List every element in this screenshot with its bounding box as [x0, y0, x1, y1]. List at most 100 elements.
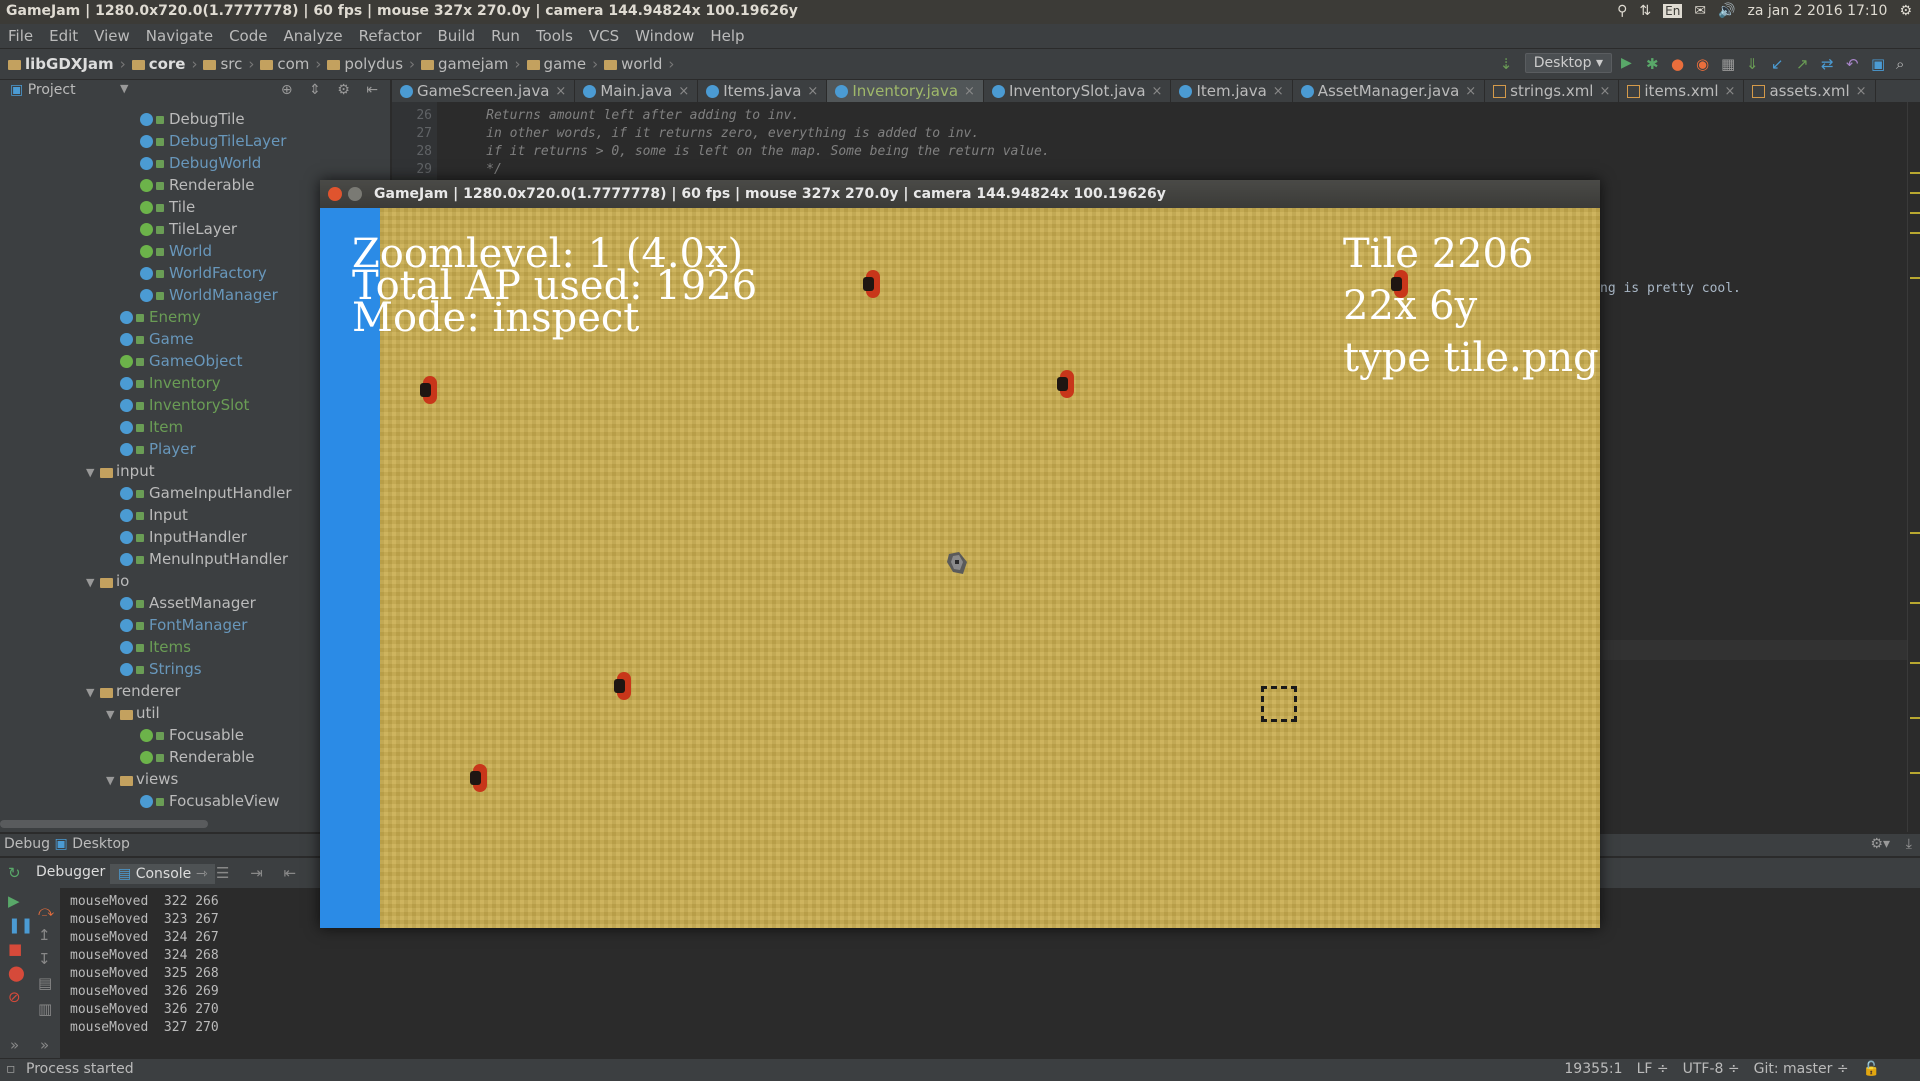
- vcs-update-icon[interactable]: ↙: [1771, 55, 1787, 73]
- tree-item[interactable]: Enemy: [120, 306, 201, 328]
- vcs-revert-icon[interactable]: ↶: [1846, 55, 1862, 73]
- tree-item[interactable]: MenuInputHandler: [120, 548, 288, 570]
- notification-icon[interactable]: ⚲: [1617, 3, 1627, 19]
- pause-icon[interactable]: ❚❚: [8, 916, 33, 934]
- tree-item[interactable]: Tile: [140, 196, 195, 218]
- expand-arrow-icon[interactable]: ▼: [106, 704, 120, 726]
- warning-marker[interactable]: [1910, 662, 1920, 664]
- warning-marker[interactable]: [1910, 277, 1920, 279]
- expand-arrow-icon[interactable]: ▼: [86, 682, 100, 704]
- crumb-world[interactable]: world: [604, 55, 662, 73]
- expand-arrow-icon[interactable]: ▼: [86, 462, 100, 484]
- crumb-core[interactable]: core: [131, 55, 185, 73]
- expand-arrow-icon[interactable]: ▼: [86, 572, 100, 594]
- editor-tab[interactable]: Item.java ×: [1171, 80, 1293, 102]
- warning-marker[interactable]: [1910, 212, 1920, 214]
- search-icon[interactable]: ⌕: [1896, 55, 1912, 73]
- debug-settings-icon[interactable]: ⚙▾: [1870, 836, 1890, 852]
- rerun-icon[interactable]: ↻: [8, 864, 21, 882]
- crumb-game[interactable]: game: [526, 55, 586, 73]
- enemy-sprite[interactable]: [470, 762, 490, 794]
- attach-icon[interactable]: ▦: [1721, 55, 1737, 73]
- menu-code[interactable]: Code: [221, 27, 275, 45]
- crumb-com[interactable]: com: [260, 55, 309, 73]
- menu-tools[interactable]: Tools: [528, 27, 581, 45]
- tree-item[interactable]: World: [140, 240, 212, 262]
- file-encoding[interactable]: UTF-8 ÷: [1683, 1061, 1740, 1077]
- close-tab-icon[interactable]: ×: [555, 84, 566, 99]
- tree-package[interactable]: ▼ util: [106, 702, 160, 724]
- close-tab-icon[interactable]: ×: [1465, 84, 1476, 99]
- tree-item[interactable]: Game: [120, 328, 194, 350]
- warning-marker[interactable]: [1910, 232, 1920, 234]
- structure-icon[interactable]: ▣: [1871, 55, 1887, 73]
- frames-icon[interactable]: ▥: [38, 1000, 52, 1018]
- close-tab-icon[interactable]: ×: [1725, 84, 1736, 99]
- horizontal-scrollbar[interactable]: [0, 820, 208, 828]
- close-tab-icon[interactable]: ×: [1152, 84, 1163, 99]
- network-icon[interactable]: ⇅: [1639, 3, 1651, 19]
- menu-analyze[interactable]: Analyze: [275, 27, 350, 45]
- vcs-commit-icon[interactable]: ↗: [1796, 55, 1812, 73]
- editor-tab[interactable]: Main.java ×: [575, 80, 699, 102]
- run-config-dropdown[interactable]: Desktop ▾: [1524, 53, 1612, 73]
- step-into-icon[interactable]: ↥: [38, 926, 51, 944]
- warning-marker[interactable]: [1910, 192, 1920, 194]
- step-over-icon[interactable]: ⤼: [38, 902, 54, 920]
- tab-debugger[interactable]: Debugger: [36, 864, 105, 880]
- crumb-polydus[interactable]: polydus: [327, 55, 403, 73]
- close-tab-icon[interactable]: ×: [1856, 84, 1867, 99]
- editor-tab[interactable]: AssetManager.java ×: [1293, 80, 1486, 102]
- editor-tab[interactable]: assets.xml ×: [1744, 80, 1876, 102]
- tab-console[interactable]: ▤ Console ⇾: [110, 864, 216, 884]
- mail-icon[interactable]: ✉: [1694, 3, 1706, 19]
- hide-panel-icon[interactable]: ⤓: [1906, 836, 1912, 852]
- enemy-sprite[interactable]: [863, 268, 883, 300]
- enemy-sprite[interactable]: [420, 374, 440, 406]
- vcs-compare-icon[interactable]: ⇄: [1821, 55, 1837, 73]
- menu-help[interactable]: Help: [702, 27, 752, 45]
- tree-item[interactable]: WorldFactory: [140, 262, 267, 284]
- tree-item[interactable]: DebugWorld: [140, 152, 261, 174]
- menu-edit[interactable]: Edit: [41, 27, 86, 45]
- enemy-sprite[interactable]: [1391, 268, 1411, 300]
- close-icon[interactable]: [328, 187, 342, 201]
- tree-item[interactable]: Player: [120, 438, 196, 460]
- menu-refactor[interactable]: Refactor: [351, 27, 430, 45]
- tree-package[interactable]: ▼ io: [86, 570, 129, 592]
- warning-marker[interactable]: [1910, 602, 1920, 604]
- warning-marker[interactable]: [1910, 772, 1920, 774]
- menu-run[interactable]: Run: [483, 27, 528, 45]
- warning-marker[interactable]: [1910, 532, 1920, 534]
- game-window-titlebar[interactable]: GameJam | 1280.0x720.0(1.7777778) | 60 f…: [320, 180, 1600, 208]
- minimize-icon[interactable]: [348, 187, 362, 201]
- tree-item[interactable]: DebugTile: [140, 108, 245, 130]
- crumb-src[interactable]: src: [203, 55, 242, 73]
- lock-icon[interactable]: 🔓: [1863, 1061, 1880, 1077]
- tree-item[interactable]: InventorySlot: [120, 394, 249, 416]
- keyboard-indicator[interactable]: En: [1663, 4, 1683, 18]
- tree-item[interactable]: Renderable: [140, 174, 255, 196]
- warning-marker[interactable]: [1910, 172, 1920, 174]
- enemy-sprite[interactable]: [614, 670, 634, 702]
- menu-build[interactable]: Build: [430, 27, 484, 45]
- warning-marker[interactable]: [1910, 717, 1920, 719]
- chevron-down-icon[interactable]: ▼: [120, 82, 128, 95]
- clock[interactable]: za jan 2 2016 17:10: [1747, 3, 1887, 19]
- expand-icon[interactable]: »: [10, 1036, 19, 1054]
- tree-item[interactable]: Focusable: [140, 724, 244, 746]
- menu-view[interactable]: View: [86, 27, 138, 45]
- tree-package[interactable]: ▼ input: [86, 460, 155, 482]
- run-icon[interactable]: ▶: [1621, 55, 1637, 71]
- mute-breakpoints-icon[interactable]: ⊘: [8, 988, 21, 1006]
- crumb-gamejam[interactable]: gamejam: [421, 55, 509, 73]
- close-tab-icon[interactable]: ×: [964, 84, 975, 99]
- tree-package[interactable]: ▼ renderer: [86, 680, 181, 702]
- tree-item[interactable]: WorldManager: [140, 284, 278, 306]
- game-canvas[interactable]: Zoomlevel: 1 (4.0x) Total AP used: 1926 …: [320, 208, 1600, 928]
- tree-item[interactable]: Renderable: [140, 746, 255, 768]
- view-breakpoints-icon[interactable]: ⬤: [8, 964, 25, 982]
- editor-tab[interactable]: InventorySlot.java ×: [984, 80, 1172, 102]
- stop-icon[interactable]: ■: [8, 940, 22, 958]
- tree-item[interactable]: Input: [120, 504, 188, 526]
